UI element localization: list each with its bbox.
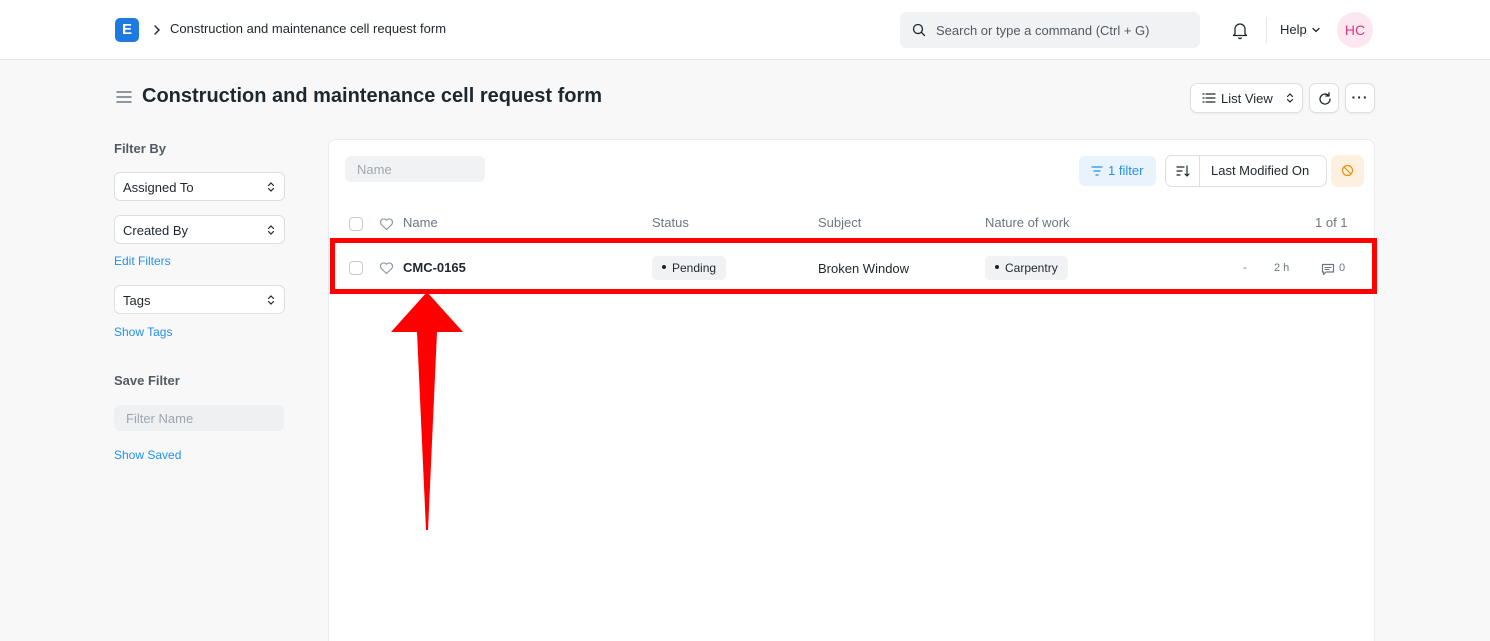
select-arrows-icon bbox=[267, 182, 275, 192]
heart-icon[interactable] bbox=[379, 217, 394, 231]
tags-filter[interactable]: Tags bbox=[114, 285, 285, 314]
highlight-annotation bbox=[330, 238, 1377, 294]
help-menu[interactable]: Help bbox=[1280, 22, 1307, 37]
search-bar[interactable]: Search or type a command (Ctrl + G) bbox=[900, 12, 1200, 48]
name-filter-input[interactable] bbox=[345, 156, 485, 182]
prohibited-icon bbox=[1341, 164, 1354, 177]
show-tags-link[interactable]: Show Tags bbox=[114, 325, 172, 339]
refresh-button[interactable] bbox=[1309, 83, 1339, 113]
column-header-nature-of-work: Nature of work bbox=[985, 215, 1070, 230]
select-all-checkbox[interactable] bbox=[349, 217, 363, 231]
list-header-row: Name Status Subject Nature of work 1 of … bbox=[329, 206, 1374, 242]
chevron-right-icon bbox=[154, 25, 160, 35]
select-arrows-icon bbox=[1286, 93, 1294, 103]
list-icon bbox=[1202, 93, 1216, 103]
list-view-label: List View bbox=[1221, 91, 1273, 106]
edit-filters-link[interactable]: Edit Filters bbox=[114, 254, 171, 268]
record-count: 1 of 1 bbox=[1315, 215, 1348, 230]
select-arrows-icon bbox=[267, 225, 275, 235]
tags-label: Tags bbox=[123, 293, 151, 308]
created-by-filter[interactable]: Created By bbox=[114, 215, 285, 244]
chevron-down-icon[interactable] bbox=[1311, 25, 1321, 35]
search-placeholder: Search or type a command (Ctrl + G) bbox=[936, 23, 1150, 38]
ellipsis-icon: ··· bbox=[1351, 89, 1369, 105]
filter-button[interactable]: 1 filter bbox=[1079, 156, 1156, 186]
assigned-to-label: Assigned To bbox=[123, 180, 194, 195]
more-actions-button[interactable]: ··· bbox=[1345, 83, 1375, 113]
column-header-name: Name bbox=[403, 215, 438, 230]
clear-filters-button[interactable] bbox=[1331, 155, 1364, 187]
assigned-to-filter[interactable]: Assigned To bbox=[114, 172, 285, 201]
save-filter-heading: Save Filter bbox=[114, 373, 180, 388]
created-by-label: Created By bbox=[123, 223, 189, 238]
page-title: Construction and maintenance cell reques… bbox=[142, 85, 603, 107]
list-view-button[interactable]: List View bbox=[1190, 83, 1303, 113]
list-card: 1 filter Last Modified On Name Status Su… bbox=[328, 139, 1375, 641]
arrow-up-icon bbox=[391, 292, 463, 530]
filter-icon bbox=[1091, 166, 1103, 176]
breadcrumb[interactable]: Construction and maintenance cell reques… bbox=[170, 21, 446, 36]
sidebar-toggle-icon[interactable] bbox=[116, 90, 132, 104]
sort-selector[interactable]: Last Modified On bbox=[1165, 155, 1327, 187]
filter-name-input[interactable] bbox=[114, 405, 284, 431]
avatar[interactable]: HC bbox=[1337, 12, 1373, 48]
refresh-icon bbox=[1319, 92, 1331, 105]
sort-descending-icon bbox=[1176, 165, 1190, 177]
filter-by-heading: Filter By bbox=[114, 141, 167, 156]
select-arrows-icon bbox=[267, 295, 275, 305]
navbar-divider bbox=[1266, 17, 1267, 43]
show-saved-link[interactable]: Show Saved bbox=[114, 448, 181, 462]
sort-field-label[interactable]: Last Modified On bbox=[1211, 163, 1309, 178]
search-icon bbox=[912, 23, 926, 37]
navbar: E Construction and maintenance cell requ… bbox=[0, 0, 1490, 60]
app-logo[interactable]: E bbox=[115, 18, 139, 42]
sort-order-button[interactable] bbox=[1166, 156, 1200, 186]
column-header-status: Status bbox=[652, 215, 689, 230]
bell-icon[interactable] bbox=[1230, 20, 1250, 40]
filter-button-label: 1 filter bbox=[1108, 163, 1144, 178]
column-header-subject: Subject bbox=[818, 215, 862, 230]
